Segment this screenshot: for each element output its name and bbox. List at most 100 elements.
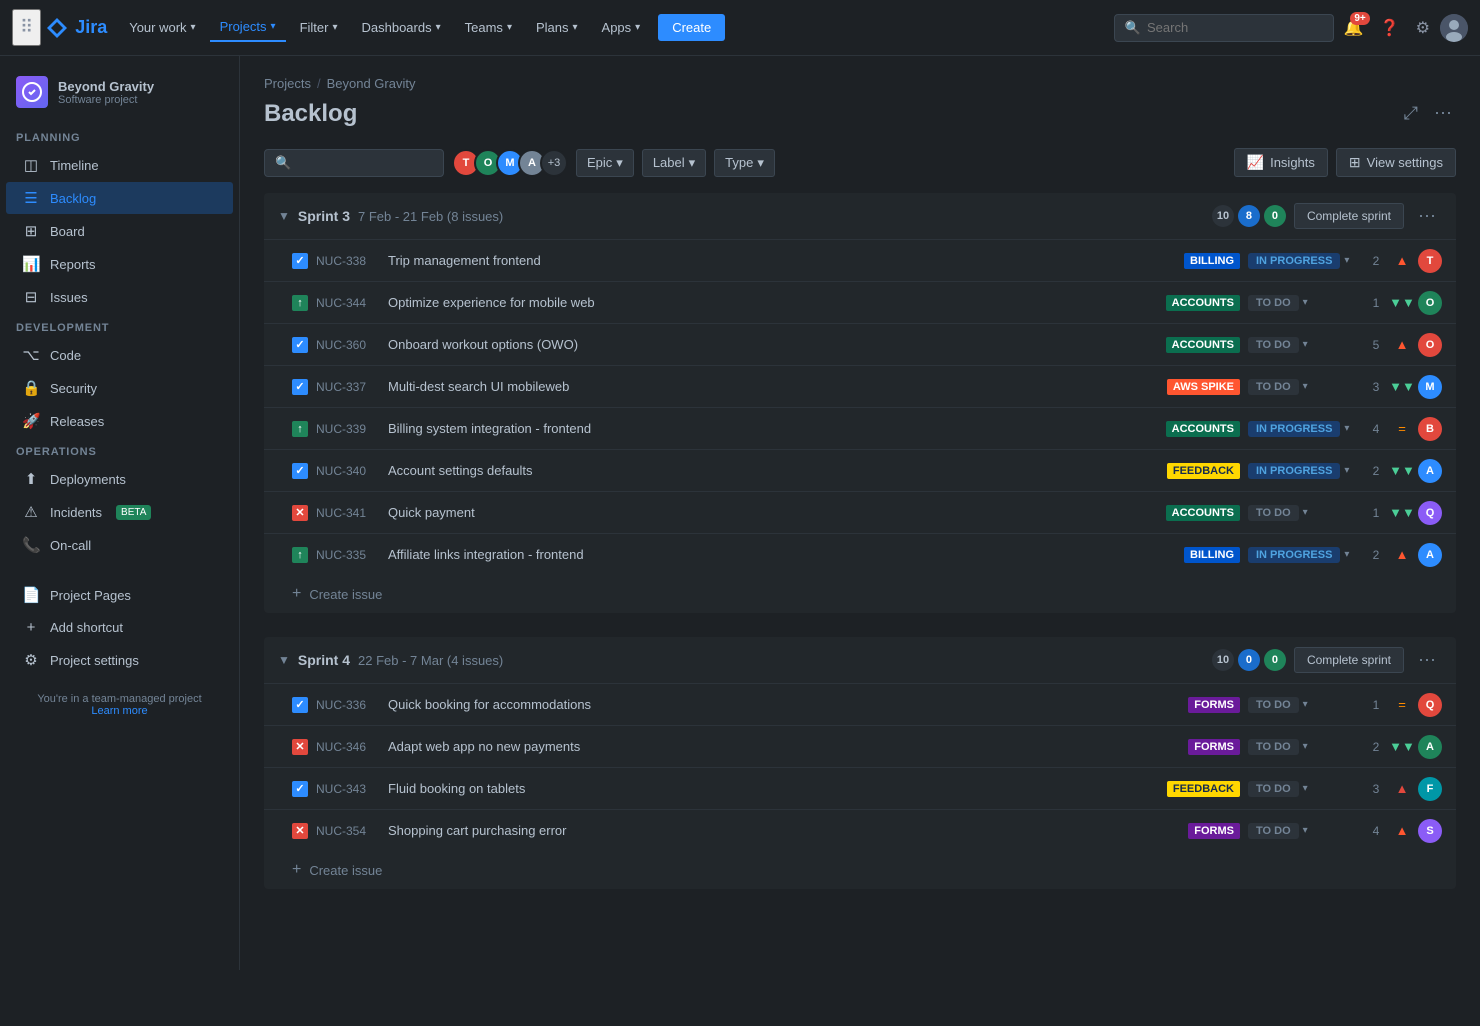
sprint-3-create-issue[interactable]: + Create issue [264, 575, 1456, 613]
issue-assignee-avatar[interactable]: S [1418, 819, 1442, 843]
issue-label[interactable]: FORMS [1188, 823, 1240, 839]
backlog-search-input[interactable] [297, 155, 417, 170]
issue-row[interactable]: ↑ NUC-344 Optimize experience for mobile… [264, 281, 1456, 323]
sidebar-item-backlog[interactable]: ☰ Backlog [6, 182, 233, 214]
settings-button[interactable]: ⚙ [1410, 12, 1436, 44]
grid-icon[interactable]: ⠿ [12, 9, 41, 46]
issue-assignee-avatar[interactable]: F [1418, 777, 1442, 801]
issue-priority-icon[interactable]: ▼▼ [1394, 463, 1410, 479]
sprint-4-collapse-icon[interactable]: ▼ [278, 653, 290, 667]
sidebar-item-incidents[interactable]: ⚠ Incidents BETA [6, 496, 233, 528]
issue-status[interactable]: IN PROGRESS ▾ [1248, 421, 1358, 437]
type-filter[interactable]: Type ▾ [714, 149, 775, 177]
issue-assignee-avatar[interactable]: A [1418, 543, 1442, 567]
plans-nav[interactable]: Plans ▾ [526, 14, 588, 41]
issue-label[interactable]: FORMS [1188, 697, 1240, 713]
issue-row[interactable]: ↑ NUC-335 Affiliate links integration - … [264, 533, 1456, 575]
more-options-button[interactable]: ⋯ [1430, 99, 1456, 128]
notifications-button[interactable]: 🔔 9+ [1338, 12, 1370, 44]
jira-logo[interactable]: Jira [45, 16, 107, 40]
issue-assignee-avatar[interactable]: O [1418, 291, 1442, 315]
issue-priority-icon[interactable]: ▲ [1394, 781, 1410, 797]
footer-link[interactable]: Learn more [91, 705, 147, 717]
user-avatar[interactable] [1440, 14, 1468, 42]
your-work-nav[interactable]: Your work ▾ [119, 14, 205, 41]
breadcrumb-project[interactable]: Beyond Gravity [327, 76, 416, 91]
issue-status[interactable]: IN PROGRESS ▾ [1248, 547, 1358, 563]
sidebar-item-board[interactable]: ⊞ Board [6, 215, 233, 247]
help-button[interactable]: ❓ [1374, 12, 1406, 44]
issue-assignee-avatar[interactable]: O [1418, 333, 1442, 357]
backlog-search[interactable]: 🔍 [264, 149, 444, 177]
label-filter[interactable]: Label ▾ [642, 149, 706, 177]
issue-label[interactable]: ACCOUNTS [1166, 505, 1240, 521]
sprint-4-create-issue[interactable]: + Create issue [264, 851, 1456, 889]
issue-label[interactable]: FEEDBACK [1167, 463, 1240, 479]
issue-assignee-avatar[interactable]: T [1418, 249, 1442, 273]
sidebar-item-project-pages[interactable]: 📄 Project Pages [6, 579, 233, 611]
search-input[interactable] [1147, 20, 1307, 35]
filter-nav[interactable]: Filter ▾ [290, 14, 348, 41]
issue-priority-icon[interactable]: ▲ [1394, 253, 1410, 269]
issue-priority-icon[interactable]: ▲ [1394, 337, 1410, 353]
issue-priority-icon[interactable]: ▼▼ [1394, 505, 1410, 521]
avatar-filter-more[interactable]: +3 [540, 149, 568, 177]
issue-label[interactable]: FORMS [1188, 739, 1240, 755]
issue-status[interactable]: TO DO ▾ [1248, 823, 1358, 839]
sidebar-item-releases[interactable]: 🚀 Releases [6, 405, 233, 437]
issue-assignee-avatar[interactable]: Q [1418, 693, 1442, 717]
issue-label[interactable]: BILLING [1184, 547, 1240, 563]
issue-assignee-avatar[interactable]: A [1418, 735, 1442, 759]
issue-label[interactable]: ACCOUNTS [1166, 421, 1240, 437]
issue-assignee-avatar[interactable]: M [1418, 375, 1442, 399]
breadcrumb-projects[interactable]: Projects [264, 76, 311, 91]
issue-label[interactable]: FEEDBACK [1167, 781, 1240, 797]
issue-row[interactable]: ✓ NUC-338 Trip management frontend BILLI… [264, 239, 1456, 281]
issue-assignee-avatar[interactable]: B [1418, 417, 1442, 441]
issue-status[interactable]: TO DO ▾ [1248, 337, 1358, 353]
sprint-4-complete-button[interactable]: Complete sprint [1294, 647, 1404, 673]
issue-label[interactable]: AWS SPIKE [1167, 379, 1240, 395]
issue-status[interactable]: TO DO ▾ [1248, 505, 1358, 521]
view-settings-button[interactable]: ⊞ View settings [1336, 148, 1456, 177]
issue-status[interactable]: TO DO ▾ [1248, 295, 1358, 311]
issue-row[interactable]: ✓ NUC-343 Fluid booking on tablets FEEDB… [264, 767, 1456, 809]
sprint-3-header[interactable]: ▼ Sprint 3 7 Feb - 21 Feb (8 issues) 10 … [264, 193, 1456, 239]
issue-status[interactable]: TO DO ▾ [1248, 697, 1358, 713]
search-box[interactable]: 🔍 [1114, 14, 1334, 42]
expand-button[interactable]: ⤢ [1400, 99, 1422, 128]
project-header[interactable]: Beyond Gravity Software project [0, 68, 239, 124]
projects-nav[interactable]: Projects ▾ [210, 13, 286, 42]
issue-row[interactable]: ✓ NUC-340 Account settings defaults FEED… [264, 449, 1456, 491]
sidebar-item-reports[interactable]: 📊 Reports [6, 248, 233, 280]
issue-status[interactable]: IN PROGRESS ▾ [1248, 253, 1358, 269]
sprint-4-more-button[interactable]: ⋯ [1412, 648, 1442, 673]
sidebar-item-issues[interactable]: ⊟ Issues [6, 281, 233, 313]
issue-priority-icon[interactable]: = [1394, 697, 1410, 713]
issue-assignee-avatar[interactable]: A [1418, 459, 1442, 483]
sidebar-item-security[interactable]: 🔒 Security [6, 372, 233, 404]
issue-row[interactable]: ✓ NUC-360 Onboard workout options (OWO) … [264, 323, 1456, 365]
issue-label[interactable]: BILLING [1184, 253, 1240, 269]
insights-button[interactable]: 📈 Insights [1234, 148, 1328, 177]
sidebar-item-oncall[interactable]: 📞 On-call [6, 529, 233, 561]
issue-status[interactable]: TO DO ▾ [1248, 781, 1358, 797]
issue-label[interactable]: ACCOUNTS [1166, 337, 1240, 353]
sprint-4-header[interactable]: ▼ Sprint 4 22 Feb - 7 Mar (4 issues) 10 … [264, 637, 1456, 683]
issue-status[interactable]: IN PROGRESS ▾ [1248, 463, 1358, 479]
issue-priority-icon[interactable]: ▼▼ [1394, 379, 1410, 395]
sidebar-item-code[interactable]: ⌥ Code [6, 339, 233, 371]
dashboards-nav[interactable]: Dashboards ▾ [352, 14, 451, 41]
issue-status[interactable]: TO DO ▾ [1248, 739, 1358, 755]
issue-assignee-avatar[interactable]: Q [1418, 501, 1442, 525]
issue-row[interactable]: ✕ NUC-341 Quick payment ACCOUNTS TO DO ▾… [264, 491, 1456, 533]
issue-row[interactable]: ↑ NUC-339 Billing system integration - f… [264, 407, 1456, 449]
issue-priority-icon[interactable]: = [1394, 421, 1410, 437]
issue-row[interactable]: ✓ NUC-337 Multi-dest search UI mobileweb… [264, 365, 1456, 407]
sidebar-item-add-shortcut[interactable]: + Add shortcut [6, 612, 233, 643]
issue-row[interactable]: ✕ NUC-346 Adapt web app no new payments … [264, 725, 1456, 767]
sidebar-item-deployments[interactable]: ⬆ Deployments [6, 463, 233, 495]
issue-priority-icon[interactable]: ▼▼ [1394, 739, 1410, 755]
epic-filter[interactable]: Epic ▾ [576, 149, 634, 177]
sprint-3-collapse-icon[interactable]: ▼ [278, 209, 290, 223]
